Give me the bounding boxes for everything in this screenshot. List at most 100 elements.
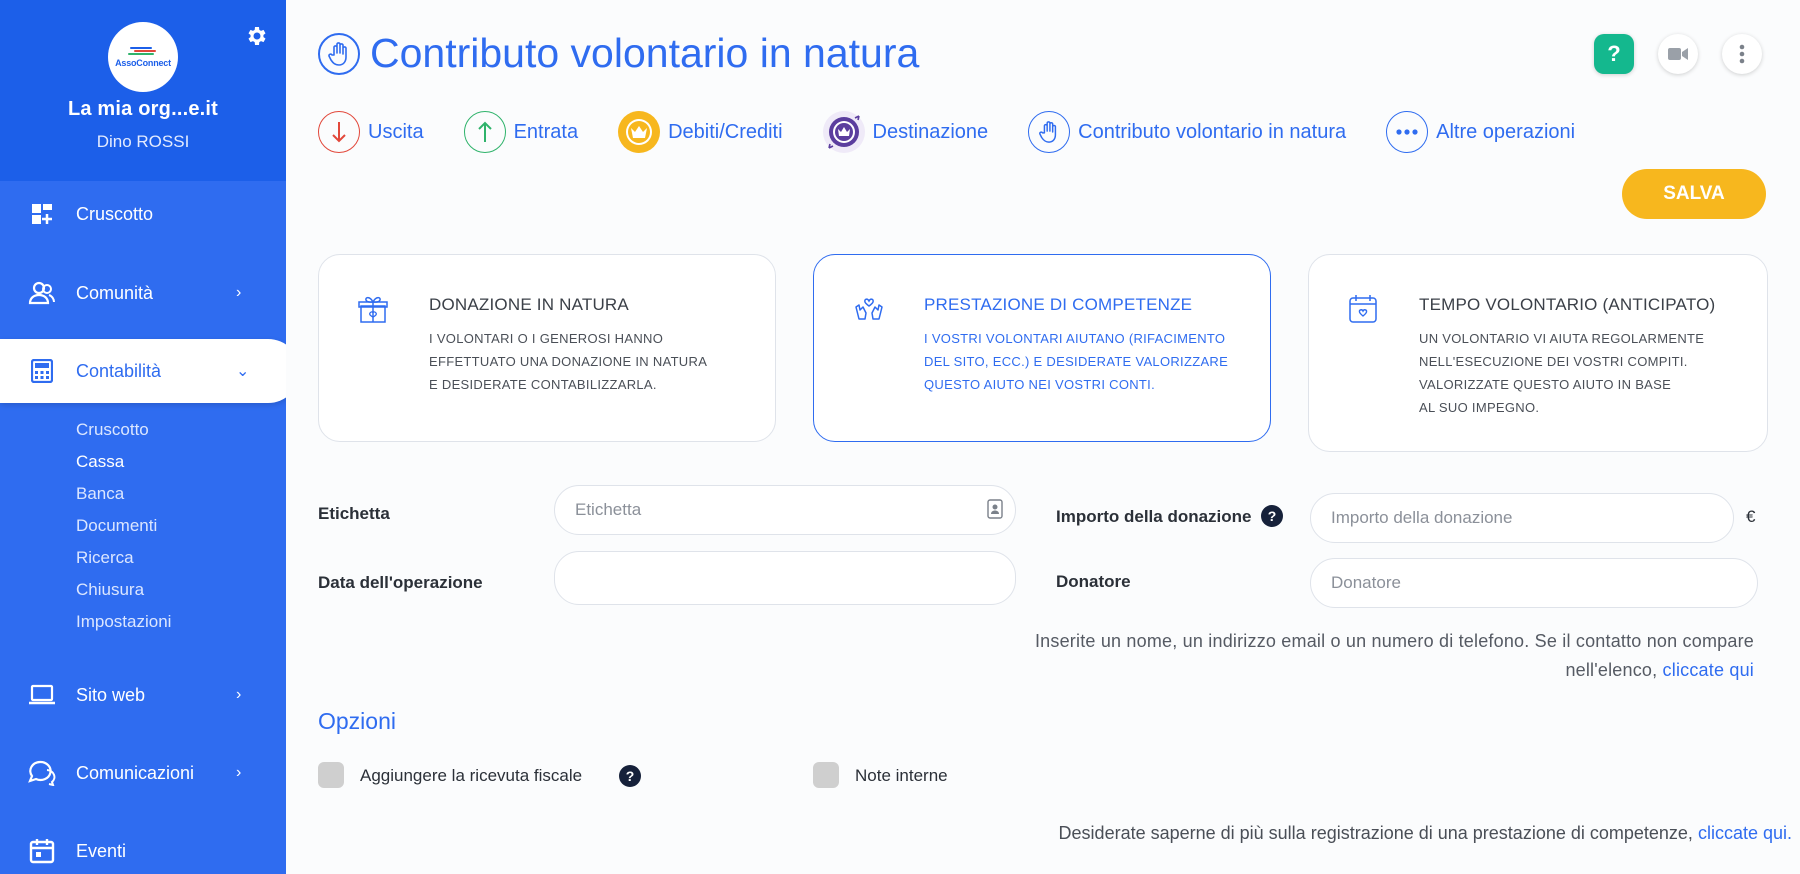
- organization-name[interactable]: La mia org...e.it: [0, 98, 286, 121]
- arrow-up-icon: [463, 111, 506, 153]
- raised-hand-icon: [318, 32, 360, 75]
- laptop-icon: [28, 681, 56, 709]
- sub-item-impostazioni[interactable]: Impostazioni: [76, 612, 171, 632]
- op-destinazione[interactable]: Destinazione: [822, 111, 989, 153]
- op-altre-operazioni[interactable]: Altre operazioni: [1386, 111, 1575, 153]
- card-title: PRESTAZIONE DI COMPETENZE: [924, 295, 1193, 314]
- dashboard-icon: [28, 200, 56, 228]
- fiscal-receipt-label: Aggiungere la ricevuta fiscale: [360, 766, 583, 785]
- top-actions: ?: [1594, 34, 1762, 74]
- sub-item-ricerca[interactable]: Ricerca: [76, 548, 134, 568]
- chat-bubbles-icon: [28, 759, 56, 787]
- more-options-button[interactable]: [1722, 34, 1762, 74]
- donation-amount-input[interactable]: [1310, 493, 1734, 543]
- op-contributo-volontario[interactable]: Contributo volontario in natura: [1028, 111, 1346, 153]
- currency-symbol: €: [1746, 507, 1756, 526]
- internal-notes-checkbox[interactable]: [813, 762, 839, 788]
- sidebar: AssoConnect La mia org...e.it Dino ROSSI…: [0, 0, 286, 874]
- user-name: Dino ROSSI: [96, 132, 190, 151]
- sidebar-item-label: Eventi: [76, 840, 127, 861]
- logo-mark-icon: [128, 46, 158, 55]
- sub-item-cruscotto[interactable]: Cruscotto: [76, 420, 149, 440]
- sub-item-chiusura[interactable]: Chiusura: [76, 580, 144, 600]
- horizontal-dots-icon: [1386, 111, 1429, 153]
- sidebar-item-cruscotto[interactable]: Cruscotto: [0, 182, 286, 246]
- donor-hint-text: Inserite un nome, un indirizzo email o u…: [1034, 631, 1754, 680]
- sidebar-item-label: Contabilità: [76, 360, 162, 381]
- card-donazione-in-natura[interactable]: DONAZIONE IN NATURA I VOLONTARI O I GENE…: [318, 254, 776, 442]
- settings-gear-icon[interactable]: [244, 24, 268, 48]
- card-description: UN VOLONTARIO VI AIUTA REGOLARMENTE NELL'…: [1419, 331, 1705, 415]
- donor-hint: Inserite un nome, un indirizzo email o u…: [1034, 627, 1754, 685]
- footer-note-text: Desiderate saperne di più sulla registra…: [1058, 823, 1693, 843]
- date-input[interactable]: [554, 551, 1016, 605]
- page-title: Contributo volontario in natura: [370, 30, 920, 76]
- op-label: Destinazione: [872, 120, 989, 143]
- sidebar-item-label: Comunicazioni: [76, 762, 195, 783]
- video-camera-icon: [1668, 48, 1688, 60]
- crown-icon: [618, 111, 661, 153]
- options-section-title: Opzioni: [318, 708, 396, 734]
- arrow-down-icon: [318, 111, 360, 153]
- op-label: Altre operazioni: [1436, 120, 1576, 143]
- card-tempo-volontario[interactable]: TEMPO VOLONTARIO (ANTICIPATO) UN VOLONTA…: [1308, 254, 1768, 452]
- add-contact-link[interactable]: cliccate qui: [1663, 660, 1754, 680]
- chevron-right-icon: ›: [236, 284, 242, 301]
- calculator-icon: [28, 357, 56, 385]
- calendar-icon: [28, 837, 56, 865]
- logo-text: AssoConnect: [115, 57, 171, 68]
- chevron-right-icon: ›: [236, 686, 242, 703]
- video-tutorial-button[interactable]: [1658, 34, 1698, 74]
- donor-input[interactable]: [1310, 558, 1758, 608]
- page-header: Contributo volontario in natura: [318, 30, 919, 77]
- sidebar-header: AssoConnect La mia org...e.it Dino ROSSI: [0, 0, 286, 181]
- label-field-label: Etichetta: [318, 504, 390, 523]
- op-label: Uscita: [368, 120, 424, 143]
- amount-field-label: Importo della donazione: [1056, 507, 1252, 526]
- sidebar-item-label: Sito web: [76, 684, 146, 705]
- contact-card-icon[interactable]: [987, 499, 1003, 524]
- vertical-dots-icon: [1739, 44, 1745, 64]
- help-label: ?: [1607, 41, 1621, 66]
- footer-note: Desiderate saperne di più sulla registra…: [1059, 823, 1792, 844]
- calendar-heart-icon: [1347, 293, 1377, 323]
- donor-field-label: Donatore: [1056, 572, 1131, 591]
- sidebar-item-sito-web[interactable]: Sito web ›: [0, 663, 286, 727]
- chevron-down-icon: ⌄: [236, 363, 250, 380]
- community-users-icon: [28, 279, 56, 307]
- sidebar-item-contabilita[interactable]: Contabilità ⌄: [0, 339, 286, 403]
- op-label: Debiti/Crediti: [668, 120, 783, 143]
- fiscal-receipt-checkbox[interactable]: [318, 762, 344, 788]
- sidebar-item-label: Cruscotto: [76, 203, 154, 224]
- sub-item-documenti[interactable]: Documenti: [76, 516, 157, 536]
- internal-notes-label: Note interne: [855, 766, 948, 785]
- sidebar-item-comunicazioni[interactable]: Comunicazioni ›: [0, 741, 286, 805]
- card-title: DONAZIONE IN NATURA: [429, 295, 629, 314]
- fiscal-receipt-help-icon[interactable]: ?: [619, 765, 641, 787]
- sub-item-banca[interactable]: Banca: [76, 484, 124, 504]
- label-input[interactable]: [554, 485, 1016, 535]
- op-label: Entrata: [513, 120, 579, 143]
- card-title: TEMPO VOLONTARIO (ANTICIPATO): [1419, 295, 1716, 314]
- card-description: I VOLONTARI O I GENEROSI HANNO EFFETTUATO…: [429, 331, 708, 392]
- organization-logo[interactable]: AssoConnect: [108, 22, 178, 92]
- footer-learn-more-link[interactable]: cliccate qui.: [1698, 823, 1792, 843]
- sidebar-item-label: Comunità: [76, 282, 154, 303]
- operation-types: Uscita Entrata Debiti/Crediti Destinazio…: [318, 111, 1615, 153]
- raised-hand-icon: [1028, 111, 1071, 153]
- sidebar-item-comunita[interactable]: Comunità ›: [0, 261, 286, 325]
- card-description: I VOSTRI VOLONTARI AIUTANO (RIFACIMENTO D…: [924, 331, 1229, 392]
- op-entrata[interactable]: Entrata: [463, 111, 579, 153]
- date-field-label: Data dell'operazione: [318, 573, 483, 592]
- sidebar-item-eventi[interactable]: Eventi: [0, 819, 286, 874]
- help-button[interactable]: ?: [1594, 34, 1634, 74]
- card-prestazione-di-competenze[interactable]: PRESTAZIONE DI COMPETENZE I VOSTRI VOLON…: [813, 254, 1271, 442]
- op-uscita[interactable]: Uscita: [318, 111, 424, 153]
- op-debiti-crediti[interactable]: Debiti/Crediti: [618, 111, 783, 153]
- sub-item-cassa[interactable]: Cassa: [76, 452, 124, 472]
- chevron-right-icon: ›: [236, 764, 242, 781]
- destination-crown-icon: [822, 111, 865, 153]
- amount-help-icon[interactable]: ?: [1261, 505, 1283, 527]
- save-button[interactable]: SALVA: [1622, 169, 1766, 219]
- hands-heart-icon: [852, 293, 883, 323]
